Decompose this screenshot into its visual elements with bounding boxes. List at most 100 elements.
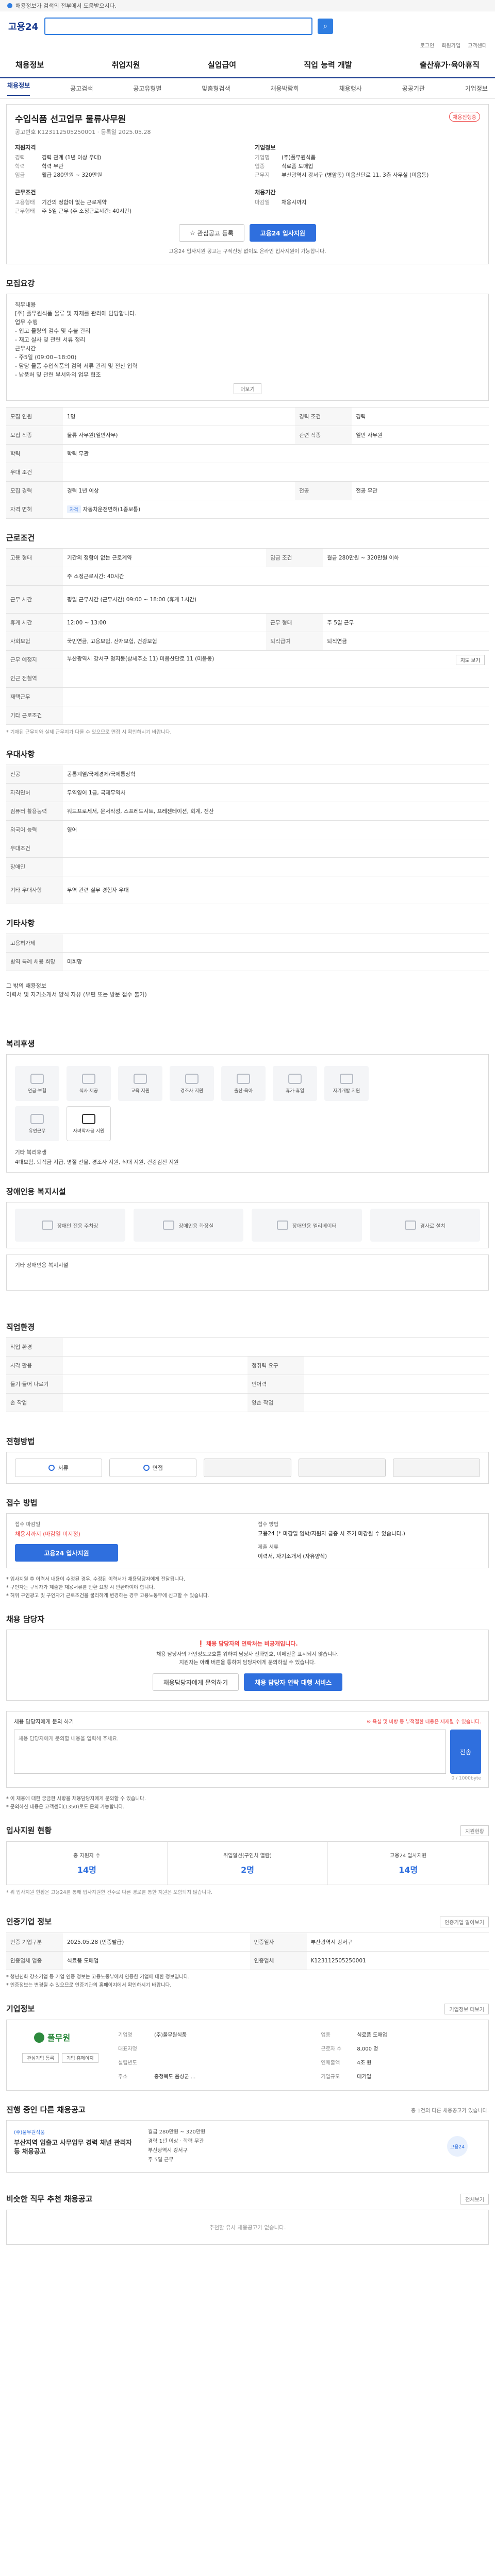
insurance-icon <box>30 1073 44 1084</box>
cell <box>63 1337 489 1357</box>
lnb-item[interactable]: 공고검색 <box>70 84 93 93</box>
related-info: 월급 280만원 ~ 320만원 경력 1년 이상 · 학력 무관 부산광역시 … <box>148 2129 206 2163</box>
stats-box: 총 지원자 수 14명 취업알선(구인처 열람) 2명 고용24 입사지원 14명 <box>6 1841 489 1885</box>
lnb-item[interactable]: 채용행사 <box>339 84 362 93</box>
lnb-item[interactable]: 맞춤형검색 <box>202 84 230 93</box>
company-home-button[interactable]: 기업 홈페이지 <box>62 2053 98 2063</box>
like-button[interactable]: ☆ 관심공고 등록 <box>179 224 244 242</box>
clock-icon <box>30 1113 44 1124</box>
lnb-item[interactable]: 공공기관 <box>402 84 425 93</box>
browser-bar-text: 채용정보가 검색의 전부에서 도움받으시다. <box>15 2 117 9</box>
process-step <box>392 1459 481 1477</box>
process-step <box>298 1459 386 1477</box>
global-nav: 채용정보 취업지원 실업급여 직업 능력 개발 출산휴가·육아휴직 <box>0 52 495 78</box>
lnb-item[interactable]: 공고유형별 <box>133 84 161 93</box>
manager-box: ❗ 채용 담당자의 연락처는 비공개입니다. 채용 담당자의 개인정보보호를 위… <box>6 1630 489 1701</box>
kv-key: 업종 <box>255 163 265 170</box>
cell: 국민연금, 고용보험, 산재보험, 건강보험 <box>63 632 267 651</box>
cell-head: 근무 시간 <box>6 585 63 614</box>
warning-icon: ❗ <box>197 1640 206 1647</box>
cell-head: 들기·들어 나르기 <box>6 1375 63 1394</box>
related-card[interactable]: (주)풀무원식품 부산지역 입출고 사무업무 경력 채널 관리자 등 채용공고 … <box>6 2120 489 2173</box>
stat-item: 고용24 입사지원 14명 <box>328 1842 488 1885</box>
cell: 충청북도 음성군 ... <box>154 2074 196 2080</box>
browser-bar: 채용정보가 검색의 전부에서 도움받으시다. <box>0 0 495 11</box>
cell <box>63 857 489 876</box>
cell-head: 주소 <box>118 2074 128 2080</box>
cell-head: 시각 활용 <box>6 1356 63 1375</box>
stats-link[interactable]: 지원현황 <box>460 1825 489 1836</box>
cell: 무역영어 1급, 국제무역사 <box>63 783 489 802</box>
lnb-item[interactable]: 채용박람회 <box>270 84 299 93</box>
welfare-item: 교육 지원 <box>118 1066 162 1101</box>
site-logo[interactable]: 고용24 <box>8 20 39 33</box>
gnb-item[interactable]: 실업급여 <box>208 59 236 70</box>
gnb-item[interactable]: 직업 능력 개발 <box>304 59 352 70</box>
search-input[interactable] <box>44 18 312 35</box>
cell <box>63 463 489 482</box>
stats-note: * 위 입사지원 현황은 고용24를 통해 입사지원한 건수로 다른 경로를 통… <box>6 1890 212 1895</box>
etc-table: 고용허가제 병역 특례 채용 희망 미희망 <box>6 934 489 971</box>
kv-value: 경력 관계 (1년 이상 우대) <box>42 155 102 161</box>
apply-button[interactable]: 고용24 입사지원 <box>249 224 316 242</box>
how-bullets: * 입사지원 후 이력서 내용이 수정된 경우, 수정된 이력서가 채용담당자에… <box>6 1577 209 1599</box>
lnb-item[interactable]: 채용정보 <box>7 81 30 96</box>
apply-table: 전공 공통계열/국제경제/국제통상학 자격면허 무역영어 1급, 국제무역사 컴퓨터… <box>6 765 489 904</box>
company-table: 기업명 (주)풀무원식품 업종 식료품 도매업 대표자명 근로자 수 8,000 명 설립… <box>115 2027 481 2083</box>
restroom-icon <box>163 1221 175 1230</box>
related-title[interactable]: 부산지역 입출고 사무업무 경력 채널 관리자 등 채용공고 <box>14 2138 134 2156</box>
gnb-item[interactable]: 취업지원 <box>111 59 140 70</box>
contact-button[interactable]: 채용담당자에게 문의하기 <box>152 1673 239 1691</box>
qa-input[interactable] <box>14 1730 446 1774</box>
related-header: 진행 중인 다른 채용공고 총 1건의 다른 채용공고가 있습니다. <box>6 2104 489 2115</box>
cond-title: 지원자격 <box>15 144 36 151</box>
util-link[interactable]: 회원가입 <box>441 41 460 52</box>
cell: 주 5일 근무 <box>323 613 489 632</box>
util-link[interactable]: 고객센터 <box>468 41 487 52</box>
welfare-label: 교육 지원 <box>131 1088 150 1094</box>
stat-label: 취업알선(구인처 열람) <box>223 1853 272 1859</box>
qa-warning: ※ 욕설 및 비방 등 부적절한 내용은 제재될 수 있습니다. <box>367 1719 481 1725</box>
recruit-link[interactable]: 인증기업 알아보기 <box>440 1917 489 1927</box>
contact-proxy-button[interactable]: 채용 담당자 연락 대행 서비스 <box>244 1673 343 1691</box>
company-like-button[interactable]: 관심기업 등록 <box>22 2053 59 2063</box>
cell: 월급 280만원 ~ 320만원 이하 <box>323 548 489 567</box>
welfare-item: 휴가·휴일 <box>273 1066 317 1101</box>
cell-head: 인증업체 <box>250 1951 307 1970</box>
cell-head: 휴게 시간 <box>6 613 63 632</box>
stat-value: 14명 <box>77 1865 96 1875</box>
facility-item: 장애인용 엘리베이터 <box>252 1209 362 1242</box>
recruit-note: * 청년친화 강소기업 등 기업 인증 정보는 고용노동부에서 인증한 기업에 … <box>6 1974 190 1988</box>
facility-sub-box: 기타 장애인용 복지시설 <box>6 1255 489 1291</box>
ramp-icon <box>404 1221 416 1230</box>
map-button[interactable]: 지도 보기 <box>456 654 485 665</box>
welfare-label: 유연근무 <box>28 1128 46 1134</box>
company-header: 기업정보 기업정보 더보기 <box>6 2003 489 2014</box>
how-label: 접수 방법 <box>258 1522 278 1528</box>
welfare-label: 휴가·휴일 <box>286 1088 304 1094</box>
similar-empty: 추천할 유사 채용공고가 없습니다. <box>6 2210 489 2245</box>
step-label: 서류 <box>58 1465 69 1471</box>
lnb-item[interactable]: 기업정보 <box>465 84 488 93</box>
cell-text: 자동차운전면허(1종보통) <box>82 506 141 513</box>
welfare-label: 식사 제공 <box>79 1088 98 1094</box>
similar-link[interactable]: 전체보기 <box>460 2194 489 2205</box>
gnb-item[interactable]: 출산휴가·육아휴직 <box>420 59 480 70</box>
cell-head: 양손 작업 <box>248 1393 304 1412</box>
qa-send-button[interactable]: 전송 <box>450 1730 481 1774</box>
welfare-item: 경조사 지원 <box>170 1066 214 1101</box>
step-label: 면접 <box>152 1465 163 1471</box>
kv-key: 경력 <box>15 155 25 161</box>
section-title: 복리후생 <box>6 1039 35 1048</box>
welfare-item: 유연근무 <box>15 1106 59 1141</box>
company-link[interactable]: 기업정보 더보기 <box>444 2004 489 2014</box>
search-icon[interactable]: ⌕ <box>318 19 333 34</box>
cell-head: 우대조건 <box>6 839 63 858</box>
cell-head: 전공 <box>6 765 63 784</box>
facility-item: 경사로 설치 <box>370 1209 480 1242</box>
job-meta: 공고번호 K123112505250001 · 등록일 2025.05.28 <box>15 129 151 135</box>
more-button[interactable]: 더보기 <box>234 383 261 394</box>
how-apply-button[interactable]: 고용24 입사지원 <box>15 1544 118 1562</box>
gnb-item[interactable]: 채용정보 <box>15 59 44 70</box>
util-link[interactable]: 로그인 <box>420 41 435 52</box>
